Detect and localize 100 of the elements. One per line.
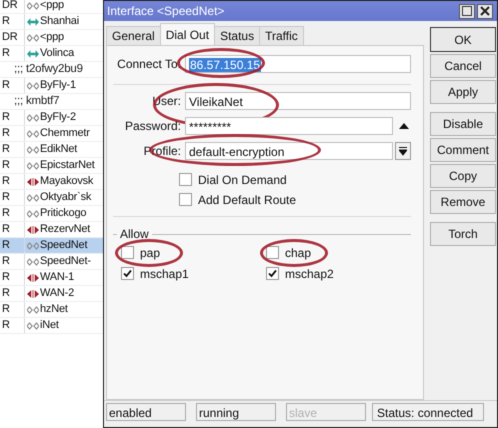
diamond-pair-icon <box>27 130 39 138</box>
flag-text: R <box>0 302 25 317</box>
dialog-button[interactable]: Disable <box>430 112 496 136</box>
interface-row[interactable]: R Volinca <box>0 46 103 62</box>
interface-name: EdikNet <box>40 142 78 157</box>
comment-text: ;;; kmbtf7 <box>13 94 60 109</box>
flag-text: R <box>0 14 25 29</box>
diamond-pair-icon <box>27 194 39 202</box>
interface-name: Shanhai <box>40 14 79 29</box>
maximize-button[interactable] <box>459 4 475 18</box>
diamond-pair-icon <box>27 114 39 122</box>
interface-name: <ppp <box>40 0 64 13</box>
checkbox-label: chap <box>285 246 312 260</box>
dialog-button[interactable]: Cancel <box>430 54 496 78</box>
flag-text: R <box>0 126 25 141</box>
input-field[interactable]: 86.57.150.15 <box>185 55 411 73</box>
flag-text: R <box>0 78 25 93</box>
checkbox-label: Add Default Route <box>198 192 296 206</box>
interface-name: Oktyabr`sk <box>40 190 92 205</box>
checkbox-label: mschap1 <box>140 266 189 280</box>
status-cell: slave <box>286 403 366 421</box>
interface-row[interactable]: R WAN-2 <box>0 286 103 302</box>
checkbox[interactable] <box>179 193 192 206</box>
dialog-button[interactable]: Torch <box>430 222 496 246</box>
dialog-button[interactable]: Remove <box>430 190 496 214</box>
double-arrow-icon <box>27 50 39 58</box>
diamond-pair-icon <box>27 82 39 90</box>
password-field[interactable]: ********* <box>185 117 393 135</box>
field-value: 86.57.150.15 <box>189 58 262 72</box>
dropdown-field[interactable]: default-encryption <box>185 142 393 160</box>
dropdown-arrow-icon <box>399 146 407 156</box>
flag-text: R <box>0 254 25 269</box>
interface-name: Volinca <box>40 46 74 61</box>
interface-name: WAN-2 <box>40 286 74 301</box>
dialog-button[interactable]: OK <box>430 27 496 52</box>
diamond-pair-icon <box>27 210 39 218</box>
flag-text: R <box>0 206 25 221</box>
interface-name: RezervNet <box>40 222 90 237</box>
interface-name: hzNet <box>40 302 68 317</box>
diamond-pair-icon <box>27 2 39 10</box>
status-cell: enabled <box>106 403 186 421</box>
interface-row[interactable]: R Mayakovsk <box>0 174 103 190</box>
dropdown-button[interactable] <box>395 142 411 160</box>
flag-text: R <box>0 110 25 125</box>
dialog-button[interactable]: Apply <box>430 80 496 104</box>
checkbox-label: Dial On Demand <box>198 172 287 186</box>
arrowhead-pair-icon <box>27 274 39 282</box>
interface-name: <ppp <box>40 30 64 45</box>
diamond-pair-icon <box>27 258 39 266</box>
flag-text: R <box>0 46 25 61</box>
status-cell: Status: connected <box>372 403 484 421</box>
diamond-pair-icon <box>27 146 39 154</box>
interface-name: ByFly-2 <box>40 110 76 125</box>
checkbox[interactable] <box>266 267 279 280</box>
input-field[interactable]: VileikaNet <box>185 92 411 110</box>
status-cell: running <box>196 403 276 421</box>
flag-text: R <box>0 142 25 157</box>
diamond-pair-icon <box>27 242 39 250</box>
interface-name: Mayakovsk <box>40 174 94 189</box>
checkbox[interactable] <box>266 246 279 259</box>
arrowhead-pair-icon <box>27 290 39 298</box>
interface-name: ByFly-1 <box>40 78 76 93</box>
flag-text: R <box>0 286 25 301</box>
collapse-arrow-icon[interactable] <box>399 123 409 129</box>
close-button[interactable] <box>477 4 493 18</box>
arrowhead-pair-icon <box>27 226 39 234</box>
interface-name: WAN-1 <box>40 270 74 285</box>
interface-name: Chemmetr <box>40 126 90 141</box>
flag-text: DR <box>0 0 25 13</box>
flag-text: R <box>0 238 25 253</box>
tab[interactable]: Dial Out <box>160 23 216 45</box>
diamond-pair-icon <box>27 162 39 170</box>
checkbox[interactable] <box>121 267 134 280</box>
tab[interactable]: General <box>106 26 161 45</box>
checkbox[interactable] <box>121 246 134 259</box>
checkbox-label: pap <box>140 246 160 260</box>
double-arrow-icon <box>27 18 39 26</box>
checkbox-label: mschap2 <box>285 266 334 280</box>
interface-row[interactable]: R WAN-1 <box>0 270 103 286</box>
window-title: Interface <SpeedNet> <box>107 4 224 18</box>
group-title: Allow <box>120 227 149 241</box>
dialog-button[interactable]: Copy <box>430 164 496 188</box>
tab[interactable]: Traffic <box>259 26 304 45</box>
flag-text: R <box>0 158 25 173</box>
tab[interactable]: Status <box>214 26 260 45</box>
diamond-pair-icon <box>27 306 39 314</box>
diamond-pair-icon <box>27 322 39 330</box>
flag-text: R <box>0 270 25 285</box>
interface-name: SpeedNet <box>40 238 88 253</box>
interface-row[interactable]: R SpeedNet <box>0 238 103 254</box>
checkbox[interactable] <box>179 173 192 186</box>
dialog-button[interactable]: Comment <box>430 138 496 162</box>
maximize-icon <box>462 6 472 16</box>
interface-row[interactable]: DR <ppp <box>0 0 103 14</box>
interface-name: iNet <box>40 318 59 333</box>
diamond-pair-icon <box>27 34 39 42</box>
interface-name: SpeedNet- <box>40 254 91 269</box>
close-icon <box>480 6 490 16</box>
interface-name: EpicstarNet <box>40 158 95 173</box>
interface-row[interactable]: R Shanhai <box>0 14 103 30</box>
